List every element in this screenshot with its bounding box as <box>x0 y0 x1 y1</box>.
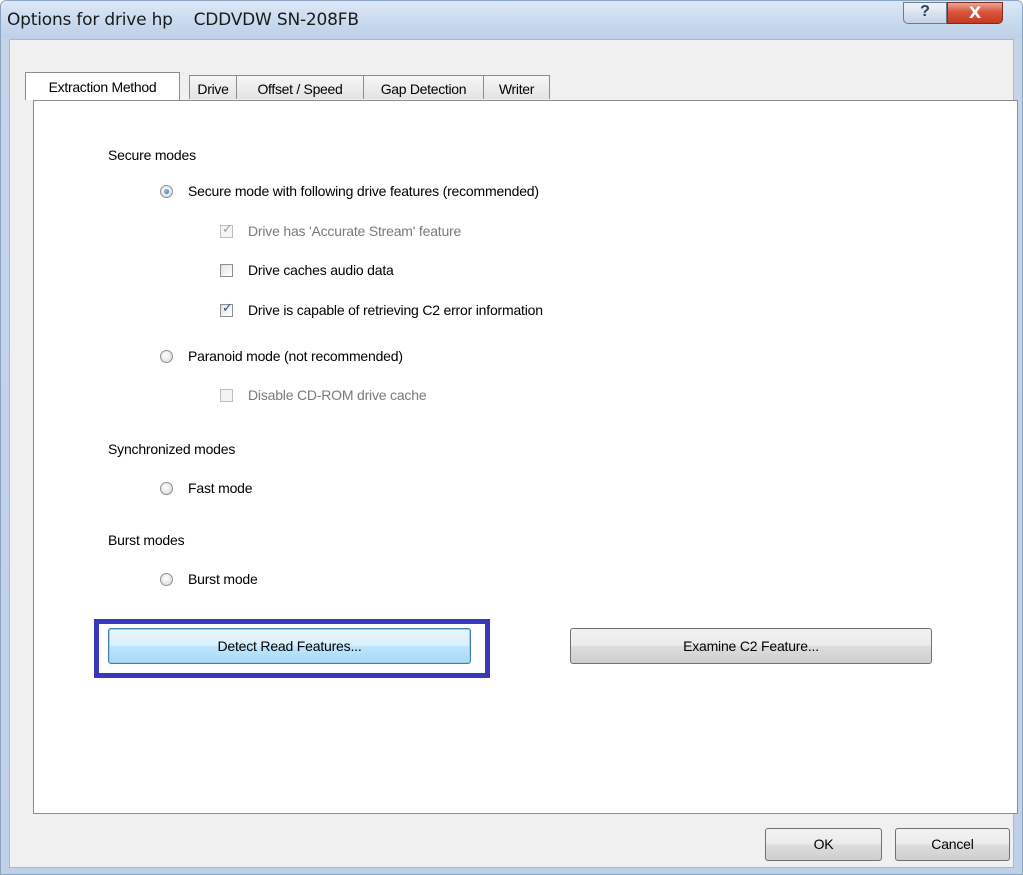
c2-error-checkbox[interactable]: ✓ <box>220 301 233 317</box>
secure-mode-radio[interactable] <box>160 185 173 198</box>
disable-cache-checkbox[interactable] <box>220 389 233 402</box>
tab-extraction-method[interactable]: Extraction Method <box>25 72 180 100</box>
tab-writer[interactable]: Writer <box>483 75 550 99</box>
checkmark-icon: ✓ <box>222 222 233 237</box>
secure-modes-heading: Secure modes <box>108 147 196 163</box>
fast-mode-label[interactable]: Fast mode <box>188 480 253 496</box>
tab-label: Gap Detection <box>380 81 467 97</box>
caches-audio-label[interactable]: Drive caches audio data <box>248 262 394 278</box>
accurate-stream-checkbox[interactable]: ✓ <box>220 222 233 238</box>
options-dialog: Options for drive hp CDDVDW SN-208FB ? X… <box>0 0 1023 875</box>
paranoid-mode-radio[interactable] <box>160 350 173 363</box>
tab-label: Offset / Speed <box>257 81 343 97</box>
title-bar[interactable]: Options for drive hp CDDVDW SN-208FB ? X <box>1 1 1022 39</box>
close-button[interactable]: X <box>947 2 1003 24</box>
extraction-method-panel <box>33 100 1018 814</box>
radio-selected-dot <box>164 189 169 194</box>
help-button[interactable]: ? <box>903 2 947 24</box>
burst-mode-label[interactable]: Burst mode <box>188 571 258 587</box>
window-title: Options for drive hp CDDVDW SN-208FB <box>7 10 359 30</box>
highlight-box <box>94 619 490 678</box>
synchronized-modes-heading: Synchronized modes <box>108 441 236 457</box>
paranoid-mode-label[interactable]: Paranoid mode (not recommended) <box>188 348 403 364</box>
tab-drive[interactable]: Drive <box>189 75 237 99</box>
ok-button[interactable]: OK <box>765 828 882 861</box>
c2-error-label[interactable]: Drive is capable of retrieving C2 error … <box>248 302 543 318</box>
question-mark-icon: ? <box>920 3 930 20</box>
fast-mode-radio[interactable] <box>160 482 173 495</box>
burst-mode-radio[interactable] <box>160 573 173 586</box>
tab-label: Drive <box>197 81 229 97</box>
secure-mode-label[interactable]: Secure mode with following drive feature… <box>188 183 539 199</box>
tab-gap-detection[interactable]: Gap Detection <box>363 75 484 99</box>
examine-c2-feature-button[interactable]: Examine C2 Feature... <box>570 628 932 664</box>
close-icon: X <box>968 3 982 22</box>
tab-label: Extraction Method <box>48 79 157 95</box>
caches-audio-checkbox[interactable] <box>220 264 233 277</box>
accurate-stream-label: Drive has 'Accurate Stream' feature <box>248 223 462 239</box>
checkmark-icon: ✓ <box>222 301 233 316</box>
cancel-button[interactable]: Cancel <box>895 828 1010 861</box>
tab-label: Writer <box>498 81 535 97</box>
disable-cache-label: Disable CD-ROM drive cache <box>248 387 427 403</box>
burst-modes-heading: Burst modes <box>108 532 185 548</box>
tab-offset-speed[interactable]: Offset / Speed <box>236 75 364 99</box>
